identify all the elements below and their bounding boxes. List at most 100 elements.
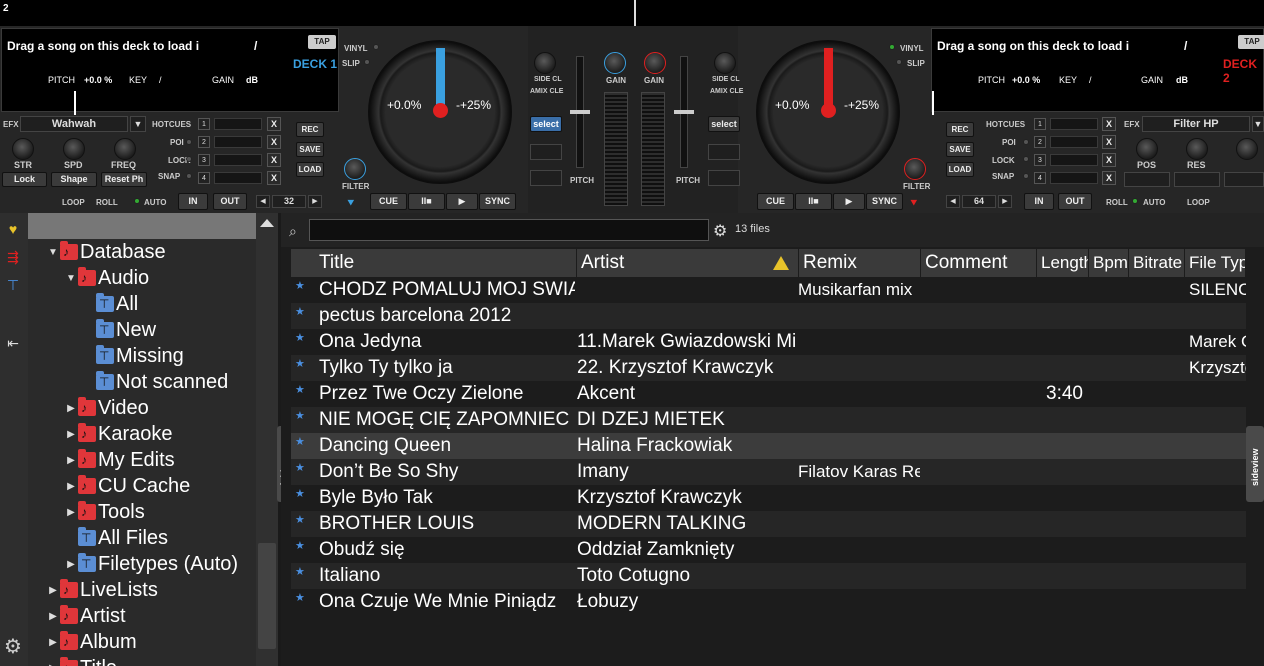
- deck1-loop-out-button[interactable]: OUT: [213, 193, 247, 210]
- deck1-rec-button[interactable]: REC: [296, 122, 324, 137]
- column-bpm[interactable]: Bpm: [1089, 249, 1129, 277]
- deck2-sync-button[interactable]: SYNC: [866, 193, 903, 210]
- table-row[interactable]: ★ Przez Twe Oczy Zielone Akcent 3:40: [291, 381, 1246, 407]
- deck1-save-button[interactable]: SAVE: [296, 142, 324, 157]
- deck1-efx-dropdown[interactable]: ▼: [130, 116, 146, 132]
- deck2-hotcue-slot-4[interactable]: [1050, 172, 1098, 184]
- deck2-hotcue-slot-3[interactable]: [1050, 154, 1098, 166]
- gear-icon[interactable]: ⚙: [713, 221, 727, 241]
- mixer-slot-left-1[interactable]: [530, 144, 562, 160]
- tree-item[interactable]: ▶ ♪ LiveLists: [28, 577, 256, 603]
- table-row[interactable]: ★ Italiano Toto Cotugno: [291, 563, 1246, 589]
- deck1-info-box[interactable]: Drag a song on this deck to load i / TAP…: [1, 28, 339, 115]
- deck2-hotcue-slot-1[interactable]: [1050, 118, 1098, 130]
- deck1-play-button[interactable]: ▶: [446, 193, 478, 210]
- deck1-loop-in-button[interactable]: IN: [178, 193, 208, 210]
- deck1-vinyl-led[interactable]: [373, 44, 379, 50]
- tree-item[interactable]: ▼ ♪ Database: [28, 239, 256, 265]
- mixer-slot-right-1[interactable]: [708, 144, 740, 160]
- deck2-jog-wheel[interactable]: +0.0% -+25%: [756, 40, 900, 184]
- deck1-loop-decrease[interactable]: ◀: [256, 195, 270, 208]
- column-file-type[interactable]: File Typ: [1185, 249, 1246, 277]
- deck2-pitch-fader-handle[interactable]: [674, 110, 694, 114]
- column-comment[interactable]: Comment: [921, 249, 1037, 277]
- deck1-knob-freq[interactable]: [114, 138, 136, 160]
- column-remix[interactable]: Remix: [799, 249, 921, 277]
- deck2-loop-out-button[interactable]: OUT: [1058, 193, 1092, 210]
- table-row[interactable]: ★ Tylko Ty tylko ja 22. Krzysztof Krawczyk…: [291, 355, 1246, 381]
- tree-item[interactable]: ▶ ♪ Karaoke: [28, 421, 256, 447]
- collapsed-arrow-icon[interactable]: ▶: [46, 663, 60, 666]
- deck1-sync-button[interactable]: SYNC: [479, 193, 516, 210]
- deck1-hotcue-4[interactable]: 4: [198, 172, 210, 184]
- scroll-up-icon[interactable]: [260, 219, 274, 227]
- deck2-snap-led[interactable]: [1023, 173, 1029, 179]
- deck2-hotcue-slot-2[interactable]: [1050, 136, 1098, 148]
- deck2-hotcue-1[interactable]: 1: [1034, 118, 1046, 130]
- sort-ascending-icon[interactable]: [773, 256, 789, 270]
- deck2-knob-pos[interactable]: [1136, 138, 1158, 160]
- table-row[interactable]: ★ Byle Było Tak Krzysztof Krawczyk: [291, 485, 1246, 511]
- deck1-auto-led[interactable]: [134, 198, 140, 204]
- tree-item[interactable]: ▶♪ Title: [28, 655, 256, 666]
- deck2-slip-led[interactable]: [896, 59, 902, 65]
- deck2-hotcue-delete-1[interactable]: X: [1102, 117, 1116, 131]
- mixer-sidechain-knob-right[interactable]: [714, 52, 736, 74]
- deck1-hotcue-delete-3[interactable]: X: [267, 153, 281, 167]
- tree-item[interactable]: ▶ ♪ My Edits: [28, 447, 256, 473]
- tree-item[interactable]: ▶ ♪ CU Cache: [28, 473, 256, 499]
- deck2-efx-button-3[interactable]: [1224, 172, 1264, 187]
- folder-tree-scrollbar[interactable]: [256, 213, 278, 666]
- deck1-pitch-fader-handle[interactable]: [570, 110, 590, 114]
- mixer-select-left[interactable]: select: [530, 116, 562, 132]
- deck2-poi-led[interactable]: [1023, 139, 1029, 145]
- deck2-hotcue-2[interactable]: 2: [1034, 136, 1046, 148]
- collapsed-arrow-icon[interactable]: ▶: [64, 403, 78, 414]
- tree-item[interactable]: ▶ ⊤ Filetypes (Auto): [28, 551, 256, 577]
- tree-item[interactable]: ▶ ♪ Artist: [28, 603, 256, 629]
- mixer-slot-left-2[interactable]: [530, 170, 562, 186]
- table-row[interactable]: ★ NIE MOGĘ CIĘ ZAPOMNIEC DI DZEJ MIETEK: [291, 407, 1246, 433]
- deck2-gain-knob[interactable]: [644, 52, 666, 74]
- deck2-hotcue-delete-4[interactable]: X: [1102, 171, 1116, 185]
- settings-gear-icon[interactable]: ⚙: [4, 634, 22, 659]
- deck1-poi-led[interactable]: [186, 139, 192, 145]
- tree-item[interactable]: ▼ ♪ Audio: [28, 265, 256, 291]
- deck1-filter-knob[interactable]: [344, 158, 366, 180]
- deck1-hotcue-slot-4[interactable]: [214, 172, 262, 184]
- tree-item[interactable]: ⊤ Not scanned: [28, 369, 256, 395]
- table-row[interactable]: ★ pectus barcelona 2012: [291, 303, 1246, 329]
- deck1-gain-knob[interactable]: [604, 52, 626, 74]
- collapsed-arrow-icon[interactable]: ▶: [46, 611, 60, 622]
- tree-item[interactable]: ▶ ♪ Video: [28, 395, 256, 421]
- folder-tree-scroll-thumb[interactable]: [258, 543, 276, 649]
- back-icon[interactable]: ⇤: [2, 335, 24, 353]
- tree-item[interactable]: ⊤ All Files: [28, 525, 256, 551]
- deck2-save-button[interactable]: SAVE: [946, 142, 974, 157]
- deck2-loop-decrease[interactable]: ◀: [946, 195, 960, 208]
- deck1-lock-led[interactable]: [186, 156, 192, 162]
- deck1-jog-wheel[interactable]: +0.0% -+25%: [368, 40, 512, 184]
- deck2-efx-select[interactable]: Filter HP: [1142, 116, 1250, 132]
- deck2-loop-increase[interactable]: ▶: [998, 195, 1012, 208]
- search-input[interactable]: [309, 219, 709, 241]
- deck1-lock-button[interactable]: Lock: [2, 172, 47, 187]
- deck2-hotcue-4[interactable]: 4: [1034, 172, 1046, 184]
- deck1-loop-increase[interactable]: ▶: [308, 195, 322, 208]
- expanded-arrow-icon[interactable]: ▼: [64, 273, 78, 284]
- table-row[interactable]: ★ Don’t Be So Shy Imany Filatov Karas Rer: [291, 459, 1246, 485]
- deck2-load-button[interactable]: LOAD: [946, 162, 974, 177]
- mixer-select-right[interactable]: select: [708, 116, 740, 132]
- sideview-tab[interactable]: sideview: [1246, 426, 1264, 502]
- deck2-filter-knob[interactable]: [904, 158, 926, 180]
- tree-item[interactable]: ⊤ Missing: [28, 343, 256, 369]
- tree-item[interactable]: ▶ ♪ Tools: [28, 499, 256, 525]
- deck2-rec-button[interactable]: REC: [946, 122, 974, 137]
- add-playlist-icon[interactable]: ⇶: [2, 249, 24, 267]
- deck1-tap-button[interactable]: TAP: [308, 35, 336, 49]
- deck1-hotcue-slot-2[interactable]: [214, 136, 262, 148]
- table-row[interactable]: ★ BROTHER LOUIS MODERN TALKING: [291, 511, 1246, 537]
- deck2-knob-res[interactable]: [1186, 138, 1208, 160]
- collapsed-arrow-icon[interactable]: ▶: [64, 455, 78, 466]
- table-row[interactable]: ★ Obudź się Oddział Zamknięty: [291, 537, 1246, 563]
